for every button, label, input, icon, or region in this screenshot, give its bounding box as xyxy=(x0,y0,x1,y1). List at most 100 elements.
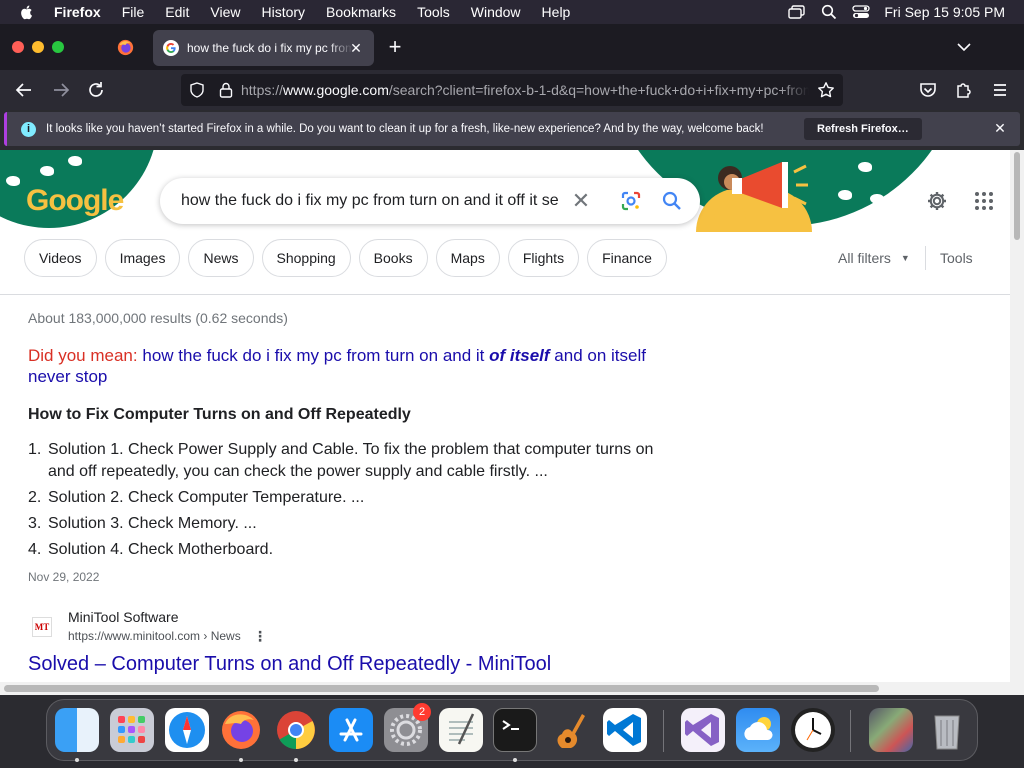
list-all-tabs-icon[interactable] xyxy=(955,38,973,56)
doodle-bird-shape xyxy=(40,166,54,176)
trash-icon[interactable] xyxy=(925,708,969,752)
dock-divider xyxy=(850,710,851,752)
chip-news[interactable]: News xyxy=(188,239,254,277)
tab-title: how the fuck do i fix my pc from turn on… xyxy=(187,41,353,55)
minimize-window-button[interactable] xyxy=(32,41,44,53)
source-url[interactable]: https://www.minitool.com › News xyxy=(68,629,241,643)
downloads-stack-icon[interactable] xyxy=(869,708,913,752)
list-item: 2. Solution 2. Check Computer Temperature… xyxy=(28,489,365,506)
list-item: 1. Solution 1. Check Power Supply and Cab… xyxy=(28,441,654,480)
close-tab-icon[interactable]: ✕ xyxy=(348,40,364,56)
running-indicator xyxy=(294,758,298,762)
search-filter-chips: Videos Images News Shopping Books Maps F… xyxy=(24,239,675,277)
menu-firefox[interactable]: Firefox xyxy=(54,0,101,24)
scrollbar-thumb[interactable] xyxy=(1014,152,1020,240)
did-you-mean: Did you mean: how the fuck do i fix my p… xyxy=(28,345,668,387)
close-window-button[interactable] xyxy=(12,41,24,53)
running-indicator xyxy=(239,758,243,762)
address-bar[interactable]: https://www.google.com/search?client=fir… xyxy=(181,74,843,106)
minitool-favicon[interactable]: MT xyxy=(32,617,52,637)
lock-icon[interactable] xyxy=(219,82,233,98)
menu-file[interactable]: File xyxy=(122,0,145,24)
chip-shopping[interactable]: Shopping xyxy=(261,239,351,277)
apple-menu-icon[interactable] xyxy=(18,3,36,21)
bookmark-star-icon[interactable] xyxy=(817,81,835,99)
source-site-name[interactable]: MiniTool Software xyxy=(68,609,179,625)
firefox-view-icon[interactable] xyxy=(117,39,134,56)
search-icon[interactable] xyxy=(661,190,683,212)
chip-images[interactable]: Images xyxy=(104,239,181,277)
menu-history[interactable]: History xyxy=(261,0,305,24)
more-options-icon[interactable]: ⋮ xyxy=(253,628,267,644)
spotlight-search-icon[interactable] xyxy=(820,3,838,21)
menubar-clock[interactable]: Fri Sep 15 9:05 PM xyxy=(884,4,1005,20)
back-arrow-icon[interactable] xyxy=(14,80,34,100)
google-results-page: Google how the fuck do i fix my pc from … xyxy=(0,150,1010,695)
weather-icon[interactable] xyxy=(736,708,780,752)
visual-studio-icon[interactable] xyxy=(681,708,725,752)
navigation-toolbar: https://www.google.com/search?client=fir… xyxy=(0,70,1024,110)
textedit-icon[interactable] xyxy=(439,708,483,752)
screen-mirroring-icon[interactable] xyxy=(788,3,806,21)
chip-books[interactable]: Books xyxy=(358,239,428,277)
finder-icon[interactable] xyxy=(55,708,99,752)
running-indicator xyxy=(513,758,517,762)
clock-icon[interactable] xyxy=(791,708,835,752)
menu-edit[interactable]: Edit xyxy=(165,0,189,24)
zoom-window-button[interactable] xyxy=(52,41,64,53)
menu-tools[interactable]: Tools xyxy=(417,0,450,24)
all-filters-dropdown[interactable]: All filters ▼ xyxy=(838,250,910,266)
control-center-icon[interactable] xyxy=(852,3,871,21)
chip-finance[interactable]: Finance xyxy=(587,239,667,277)
search-box[interactable]: how the fuck do i fix my pc from turn on… xyxy=(160,178,700,224)
close-notification-icon[interactable]: ✕ xyxy=(992,120,1008,136)
horizontal-scrollbar[interactable] xyxy=(0,682,1010,695)
doodle-bird-shape xyxy=(858,162,872,172)
chip-flights[interactable]: Flights xyxy=(507,239,580,277)
menu-view[interactable]: View xyxy=(210,0,240,24)
extensions-puzzle-icon[interactable] xyxy=(954,80,974,100)
menu-window[interactable]: Window xyxy=(471,0,521,24)
running-indicator xyxy=(75,758,79,762)
chip-maps[interactable]: Maps xyxy=(435,239,500,277)
pocket-icon[interactable] xyxy=(918,80,938,100)
vscode-icon[interactable] xyxy=(603,708,647,752)
divider xyxy=(925,246,926,270)
notification-message: It looks like you haven’t started Firefo… xyxy=(46,123,764,135)
launchpad-icon[interactable] xyxy=(110,708,154,752)
scrollbar-thumb[interactable] xyxy=(4,685,879,692)
menu-help[interactable]: Help xyxy=(542,0,571,24)
refresh-firefox-button[interactable]: Refresh Firefox… xyxy=(804,118,922,140)
chip-videos[interactable]: Videos xyxy=(24,239,97,277)
menu-bookmarks[interactable]: Bookmarks xyxy=(326,0,396,24)
hamburger-menu-icon[interactable] xyxy=(990,80,1010,100)
search-input[interactable]: how the fuck do i fix my pc from turn on… xyxy=(181,192,561,210)
info-icon: i xyxy=(21,121,36,137)
featured-snippet-heading: How to Fix Computer Turns on and Off Rep… xyxy=(28,406,411,423)
settings-gear-icon[interactable] xyxy=(926,190,948,212)
forward-arrow-icon[interactable] xyxy=(51,80,71,100)
google-doodle-logo[interactable]: Google xyxy=(26,184,124,218)
firefox-icon[interactable] xyxy=(219,708,263,752)
safari-icon[interactable] xyxy=(165,708,209,752)
doodle-bird-shape xyxy=(870,194,884,204)
tab-google-search[interactable]: how the fuck do i fix my pc from turn on… xyxy=(153,30,374,66)
list-item: 3. Solution 3. Check Memory. ... xyxy=(28,515,257,532)
app-store-icon[interactable] xyxy=(329,708,373,752)
clear-search-icon[interactable]: ✕ xyxy=(571,190,591,212)
tools-button[interactable]: Tools xyxy=(940,250,973,266)
reload-icon[interactable] xyxy=(86,80,106,100)
new-tab-button[interactable]: + xyxy=(386,36,404,58)
garageband-icon[interactable] xyxy=(548,708,592,752)
google-lens-icon[interactable] xyxy=(620,190,642,212)
vertical-scrollbar[interactable] xyxy=(1010,150,1024,695)
url-text[interactable]: https://www.google.com/search?client=fir… xyxy=(241,82,809,98)
chrome-icon[interactable] xyxy=(274,708,318,752)
terminal-icon[interactable] xyxy=(493,708,537,752)
doodle-megaphone-illustration xyxy=(732,162,808,208)
tracking-protection-shield-icon[interactable] xyxy=(189,82,205,98)
google-apps-grid-icon[interactable] xyxy=(974,191,994,211)
result-title-link[interactable]: Solved – Computer Turns on and Off Repea… xyxy=(28,653,551,676)
google-favicon-icon xyxy=(163,40,179,56)
featured-snippet-list: 1. Solution 1. Check Power Supply and Cab… xyxy=(28,439,668,565)
